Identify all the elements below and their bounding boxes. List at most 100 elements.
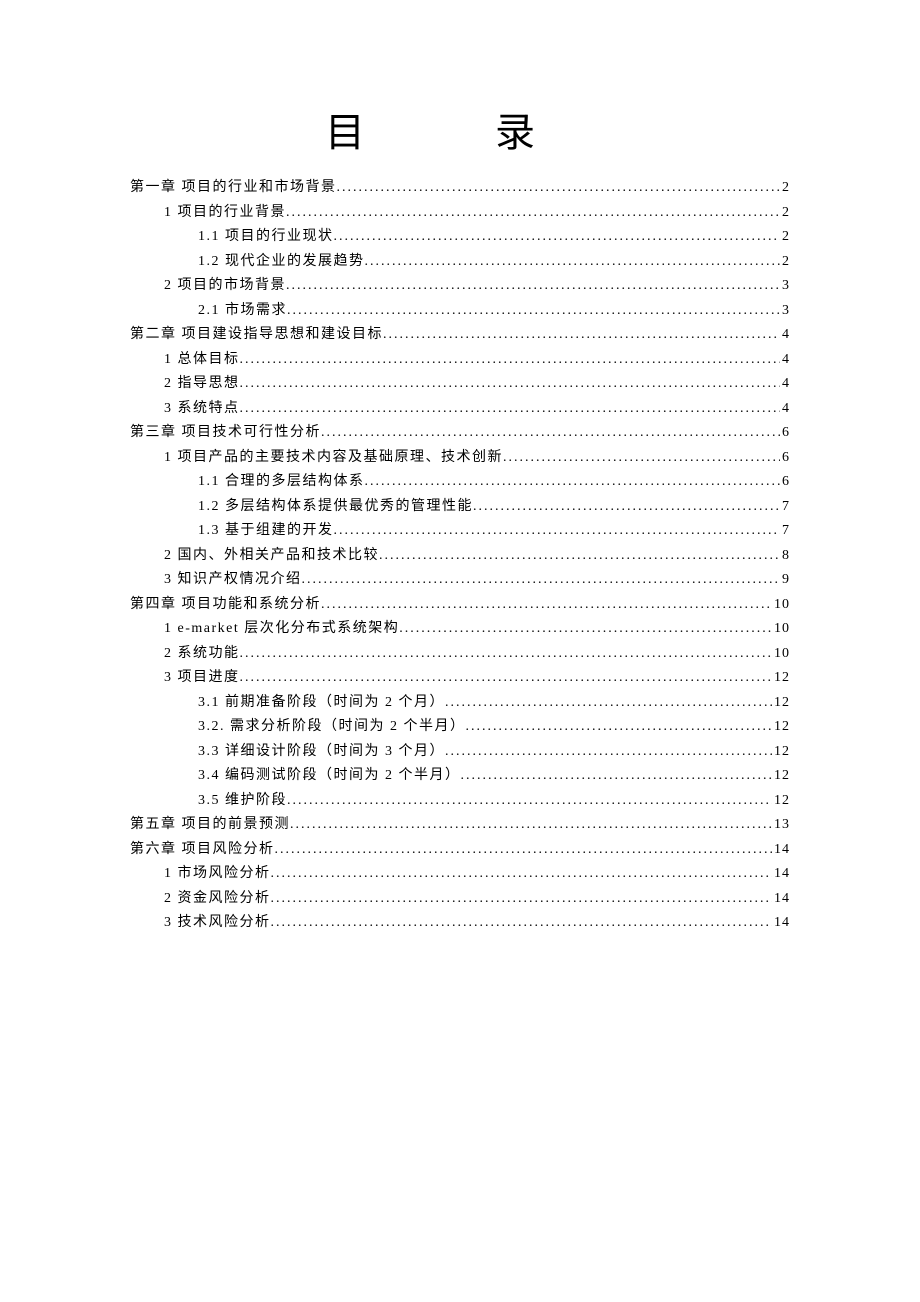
toc-entry-label: 3.4 编码测试阶段（时间为 2 个半月） — [198, 764, 461, 789]
toc-leader-dots — [379, 544, 780, 569]
toc-leader-dots — [461, 764, 773, 789]
toc-entry-label: 2.1 市场需求 — [198, 299, 287, 324]
toc-leader-dots — [240, 642, 773, 667]
toc-entry[interactable]: 1 项目产品的主要技术内容及基础原理、技术创新 6 — [130, 446, 790, 471]
toc-entry-page: 4 — [780, 323, 790, 348]
toc-entry-page: 12 — [772, 740, 790, 765]
toc-entry[interactable]: 第一章 项目的行业和市场背景2 — [130, 176, 790, 201]
toc-entry-page: 3 — [780, 299, 790, 324]
toc-leader-dots — [445, 691, 772, 716]
toc-entry-page: 7 — [780, 519, 790, 544]
toc-entry[interactable]: 3.1 前期准备阶段（时间为 2 个月）12 — [130, 691, 790, 716]
toc-entry[interactable]: 2 项目的市场背景 3 — [130, 274, 790, 299]
toc-leader-dots — [334, 519, 781, 544]
toc-entry-label: 1 e-market 层次化分布式系统架构 — [164, 617, 399, 642]
toc-leader-dots — [271, 887, 773, 912]
toc-entry-page: 4 — [780, 348, 790, 373]
toc-leader-dots — [445, 740, 772, 765]
toc-entry[interactable]: 1 e-market 层次化分布式系统架构 10 — [130, 617, 790, 642]
toc-entry[interactable]: 1 总体目标4 — [130, 348, 790, 373]
toc-entry-label: 3 技术风险分析 — [164, 911, 271, 936]
toc-entry[interactable]: 1 市场风险分析14 — [130, 862, 790, 887]
toc-leader-dots — [365, 250, 781, 275]
toc-entry-label: 1.1 合理的多层结构体系 — [198, 470, 365, 495]
toc-entry-label: 1 项目产品的主要技术内容及基础原理、技术创新 — [164, 446, 503, 471]
toc-leader-dots — [334, 225, 781, 250]
toc-entry-page: 3 — [780, 274, 790, 299]
toc-entry-label: 1.2 现代企业的发展趋势 — [198, 250, 365, 275]
toc-entry[interactable]: 3.3 详细设计阶段（时间为 3 个月）12 — [130, 740, 790, 765]
toc-leader-dots — [365, 470, 781, 495]
toc-entry[interactable]: 3 知识产权情况介绍 9 — [130, 568, 790, 593]
toc-entry-label: 第六章 项目风险分析 — [130, 838, 275, 863]
toc-entry[interactable]: 第五章 项目的前景预测 13 — [130, 813, 790, 838]
toc-entry-page: 4 — [780, 372, 790, 397]
toc-entry[interactable]: 3.2. 需求分析阶段（时间为 2 个半月） 12 — [130, 715, 790, 740]
toc-entry-label: 第三章 项目技术可行性分析 — [130, 421, 321, 446]
toc-entry[interactable]: 2 系统功能10 — [130, 642, 790, 667]
toc-entry-label: 3 系统特点 — [164, 397, 240, 422]
toc-entry[interactable]: 1 项目的行业背景 2 — [130, 201, 790, 226]
toc-entry-page: 10 — [772, 642, 790, 667]
toc-leader-dots — [473, 495, 780, 520]
toc-entry-label: 2 资金风险分析 — [164, 887, 271, 912]
toc-entry-page: 13 — [772, 813, 790, 838]
toc-entry[interactable]: 2 指导思想4 — [130, 372, 790, 397]
toc-entry-label: 2 项目的市场背景 — [164, 274, 286, 299]
toc-entry[interactable]: 2.1 市场需求 3 — [130, 299, 790, 324]
toc-entry[interactable]: 1.1 合理的多层结构体系 6 — [130, 470, 790, 495]
toc-entry-page: 6 — [780, 421, 790, 446]
toc-entry-page: 2 — [780, 176, 790, 201]
toc-entry-page: 2 — [780, 201, 790, 226]
toc-entry-page: 8 — [780, 544, 790, 569]
toc-entry-page: 14 — [772, 911, 790, 936]
toc-entry[interactable]: 3 系统特点4 — [130, 397, 790, 422]
toc-entry-label: 第四章 项目功能和系统分析 — [130, 593, 321, 618]
toc-entry-page: 14 — [772, 862, 790, 887]
toc-entry-label: 3 项目进度 — [164, 666, 240, 691]
toc-entry-page: 6 — [780, 446, 790, 471]
toc-leader-dots — [383, 323, 780, 348]
toc-entry-label: 第五章 项目的前景预测 — [130, 813, 290, 838]
toc-entry[interactable]: 3.5 维护阶段 12 — [130, 789, 790, 814]
toc-entry-page: 14 — [772, 887, 790, 912]
toc-entry-page: 6 — [780, 470, 790, 495]
toc-leader-dots — [399, 617, 772, 642]
toc-entry[interactable]: 第六章 项目风险分析14 — [130, 838, 790, 863]
toc-entry-page: 10 — [772, 593, 790, 618]
toc-entry-page: 2 — [780, 250, 790, 275]
toc-leader-dots — [321, 421, 780, 446]
toc-entry-page: 12 — [772, 715, 790, 740]
toc-leader-dots — [287, 789, 772, 814]
toc-entry-label: 3.5 维护阶段 — [198, 789, 287, 814]
toc-entry[interactable]: 3 项目进度12 — [130, 666, 790, 691]
toc-leader-dots — [466, 715, 773, 740]
toc-entry[interactable]: 2 国内、外相关产品和技术比较8 — [130, 544, 790, 569]
toc-entry[interactable]: 第二章 项目建设指导思想和建设目标4 — [130, 323, 790, 348]
toc-leader-dots — [240, 666, 773, 691]
toc-entry[interactable]: 1.2 多层结构体系提供最优秀的管理性能7 — [130, 495, 790, 520]
toc-entry[interactable]: 3 技术风险分析 14 — [130, 911, 790, 936]
toc-entry-page: 12 — [772, 691, 790, 716]
toc-entry[interactable]: 1.2 现代企业的发展趋势 2 — [130, 250, 790, 275]
toc-leader-dots — [240, 348, 781, 373]
toc-entry-label: 3.2. 需求分析阶段（时间为 2 个半月） — [198, 715, 466, 740]
toc-entry[interactable]: 第三章 项目技术可行性分析 6 — [130, 421, 790, 446]
toc-leader-dots — [240, 397, 781, 422]
toc-entry[interactable]: 3.4 编码测试阶段（时间为 2 个半月）12 — [130, 764, 790, 789]
toc-entry[interactable]: 1.1 项目的行业现状 2 — [130, 225, 790, 250]
toc-entry-page: 9 — [780, 568, 790, 593]
toc-leader-dots — [271, 862, 773, 887]
toc-entry-label: 1.1 项目的行业现状 — [198, 225, 334, 250]
toc-entry[interactable]: 1.3 基于组建的开发7 — [130, 519, 790, 544]
toc-entry[interactable]: 2 资金风险分析 14 — [130, 887, 790, 912]
toc-entry-label: 3 知识产权情况介绍 — [164, 568, 302, 593]
toc-leader-dots — [503, 446, 780, 471]
toc-entry-label: 1 项目的行业背景 — [164, 201, 286, 226]
toc-entry-page: 2 — [780, 225, 790, 250]
toc-entry-page: 10 — [772, 617, 790, 642]
toc-leader-dots — [287, 299, 780, 324]
toc-entry-page: 12 — [772, 789, 790, 814]
toc-leader-dots — [290, 813, 772, 838]
toc-entry[interactable]: 第四章 项目功能和系统分析 10 — [130, 593, 790, 618]
